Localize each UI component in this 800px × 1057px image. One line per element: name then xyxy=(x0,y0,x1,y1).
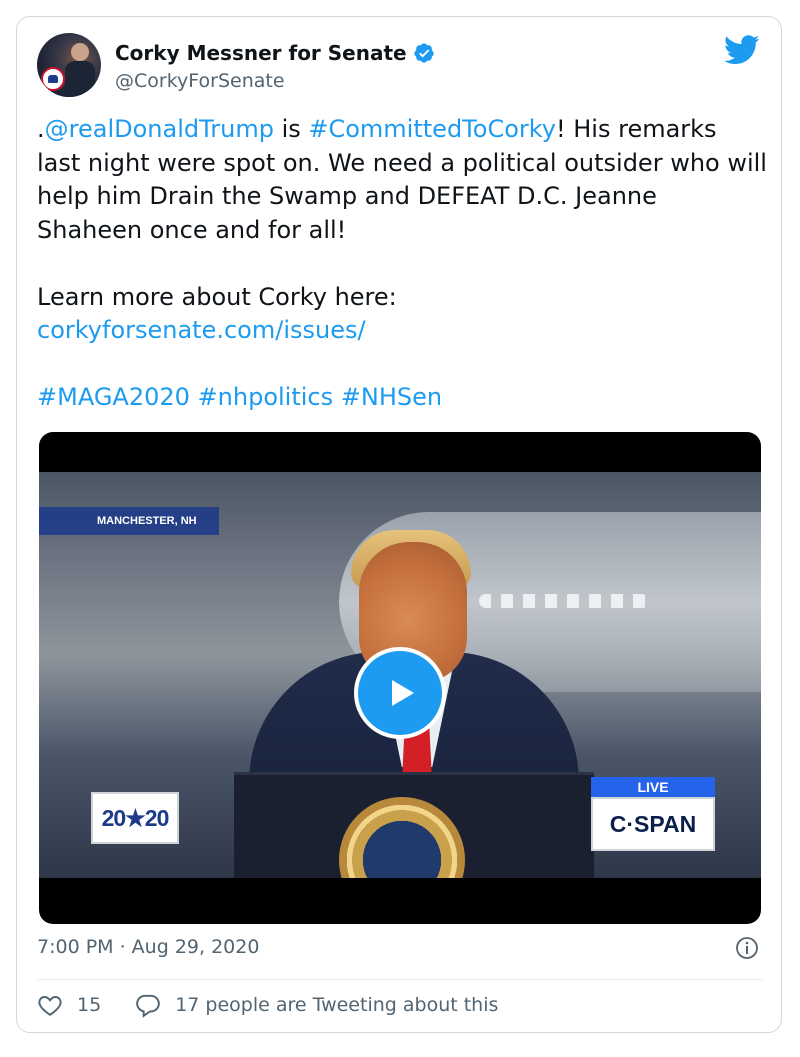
hashtag-maga2020[interactable]: #MAGA2020 xyxy=(37,383,190,411)
author-display-name[interactable]: Corky Messner for Senate xyxy=(115,41,407,65)
video-player[interactable]: MANCHESTER, NH 20★20 LIVE C·SPAN xyxy=(39,432,761,924)
tweet-text: .@realDonaldTrump is #CommittedToCorky! … xyxy=(37,115,767,411)
tweet-timestamp[interactable]: 7:00 PM · Aug 29, 2020 xyxy=(37,936,259,958)
avatar[interactable] xyxy=(37,33,101,97)
location-label: MANCHESTER, NH xyxy=(39,507,219,535)
reply-icon[interactable] xyxy=(135,992,161,1018)
play-icon xyxy=(392,680,414,706)
issues-link[interactable]: corkyforsenate.com/issues/ xyxy=(37,314,767,348)
heart-icon[interactable] xyxy=(37,992,63,1018)
party-seal-icon xyxy=(41,67,65,91)
author-handle[interactable]: @CorkyForSenate xyxy=(115,70,285,92)
like-count: 15 xyxy=(77,994,102,1016)
hashtag-nhsen[interactable]: #NHSen xyxy=(341,383,442,411)
election-2020-logo: 20★20 xyxy=(91,792,179,844)
tweet-actions: 15 17 people are Tweeting about this xyxy=(37,992,498,1018)
verified-badge-icon xyxy=(413,43,434,63)
twitter-bird-icon[interactable] xyxy=(724,35,760,65)
play-button[interactable] xyxy=(354,647,446,739)
learn-more-text: Learn more about Corky here: xyxy=(37,282,397,311)
mention-link[interactable]: @realDonaldTrump xyxy=(45,115,274,143)
live-label: LIVE xyxy=(591,777,715,797)
tweet-card: Corky Messner for Senate @CorkyForSenate… xyxy=(16,16,782,1033)
divider xyxy=(37,979,763,980)
info-icon[interactable] xyxy=(735,936,759,960)
hashtag-link[interactable]: #CommittedToCorky xyxy=(308,115,556,143)
cspan-logo: C·SPAN xyxy=(591,797,715,851)
conversation-link[interactable]: 17 people are Tweeting about this xyxy=(175,994,498,1016)
author-name-row: Corky Messner for Senate xyxy=(115,41,435,65)
cspan-badge: LIVE C·SPAN xyxy=(591,777,715,855)
hashtag-nhpolitics[interactable]: #nhpolitics xyxy=(198,383,334,411)
